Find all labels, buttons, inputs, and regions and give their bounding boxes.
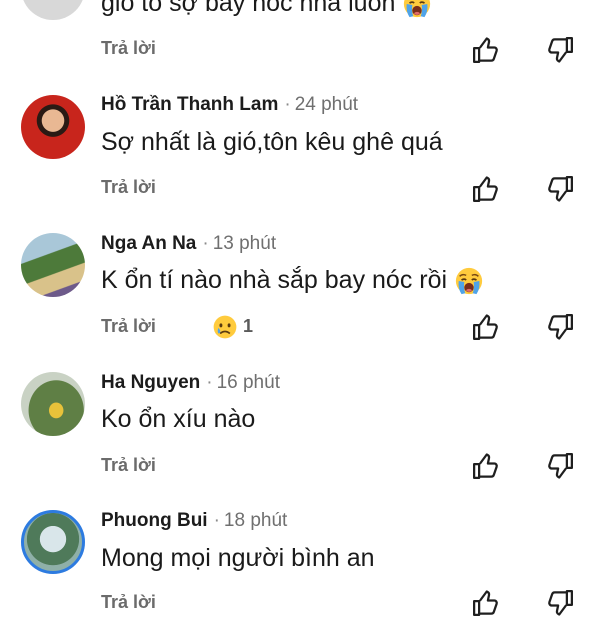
dislike-icon[interactable] [545, 35, 575, 65]
crying-face-emoji-icon [454, 266, 484, 296]
comment-header: Phuong Bui · 18 phút [101, 510, 287, 532]
dislike-icon[interactable] [545, 174, 575, 204]
reply-button[interactable]: Trả lời [101, 38, 156, 59]
comment-time: 18 phút [223, 510, 288, 531]
avatar[interactable] [21, 233, 85, 297]
comment-header: Ha Nguyen · 16 phút [101, 372, 280, 394]
crying-face-emoji-icon [402, 0, 432, 19]
comment-header: Hồ Trần Thanh Lam · 24 phút [101, 94, 358, 116]
separator-dot: · [284, 94, 291, 115]
dislike-icon[interactable] [545, 588, 575, 618]
author-name[interactable]: Hồ Trần Thanh Lam [101, 94, 278, 115]
avatar[interactable] [21, 95, 85, 159]
avatar[interactable] [21, 0, 85, 20]
author-name[interactable]: Ha Nguyen [101, 372, 200, 393]
reaction-summary[interactable]: 1 [212, 314, 253, 340]
reply-button[interactable]: Trả lời [101, 316, 156, 337]
comment-time: 16 phút [216, 372, 280, 393]
reply-button[interactable]: Trả lời [101, 592, 156, 613]
dislike-icon[interactable] [545, 451, 575, 481]
reply-button[interactable]: Trả lời [101, 177, 156, 198]
comment-header: Nga An Na · 13 phút [101, 233, 276, 255]
separator-dot: · [202, 233, 209, 254]
like-icon[interactable] [471, 451, 501, 481]
avatar[interactable] [21, 510, 85, 574]
separator-dot: · [213, 510, 220, 531]
comment-text: Mong mọi người bình an [101, 544, 375, 572]
like-icon[interactable] [471, 35, 501, 65]
comment-text: gió to sợ bay nóc nhà luôn [101, 0, 432, 19]
like-icon[interactable] [471, 174, 501, 204]
comment-text: Ko ổn xíu nào [101, 405, 256, 433]
like-icon[interactable] [471, 588, 501, 618]
reaction-count: 1 [243, 315, 254, 336]
avatar[interactable] [21, 372, 85, 436]
comment-text: K ổn tí nào nhà sắp bay nóc rồi [101, 266, 484, 296]
comment-time: 13 phút [212, 233, 277, 254]
reply-button[interactable]: Trả lời [101, 455, 156, 476]
sad-face-emoji-icon [212, 314, 238, 340]
comment-time: 24 phút [294, 94, 359, 115]
like-icon[interactable] [471, 312, 501, 342]
comment-text: Sợ nhất là gió,tôn kêu ghê quá [101, 128, 443, 156]
author-name[interactable]: Phuong Bui [101, 510, 208, 531]
separator-dot: · [206, 372, 213, 393]
dislike-icon[interactable] [545, 312, 575, 342]
author-name[interactable]: Nga An Na [101, 233, 196, 254]
